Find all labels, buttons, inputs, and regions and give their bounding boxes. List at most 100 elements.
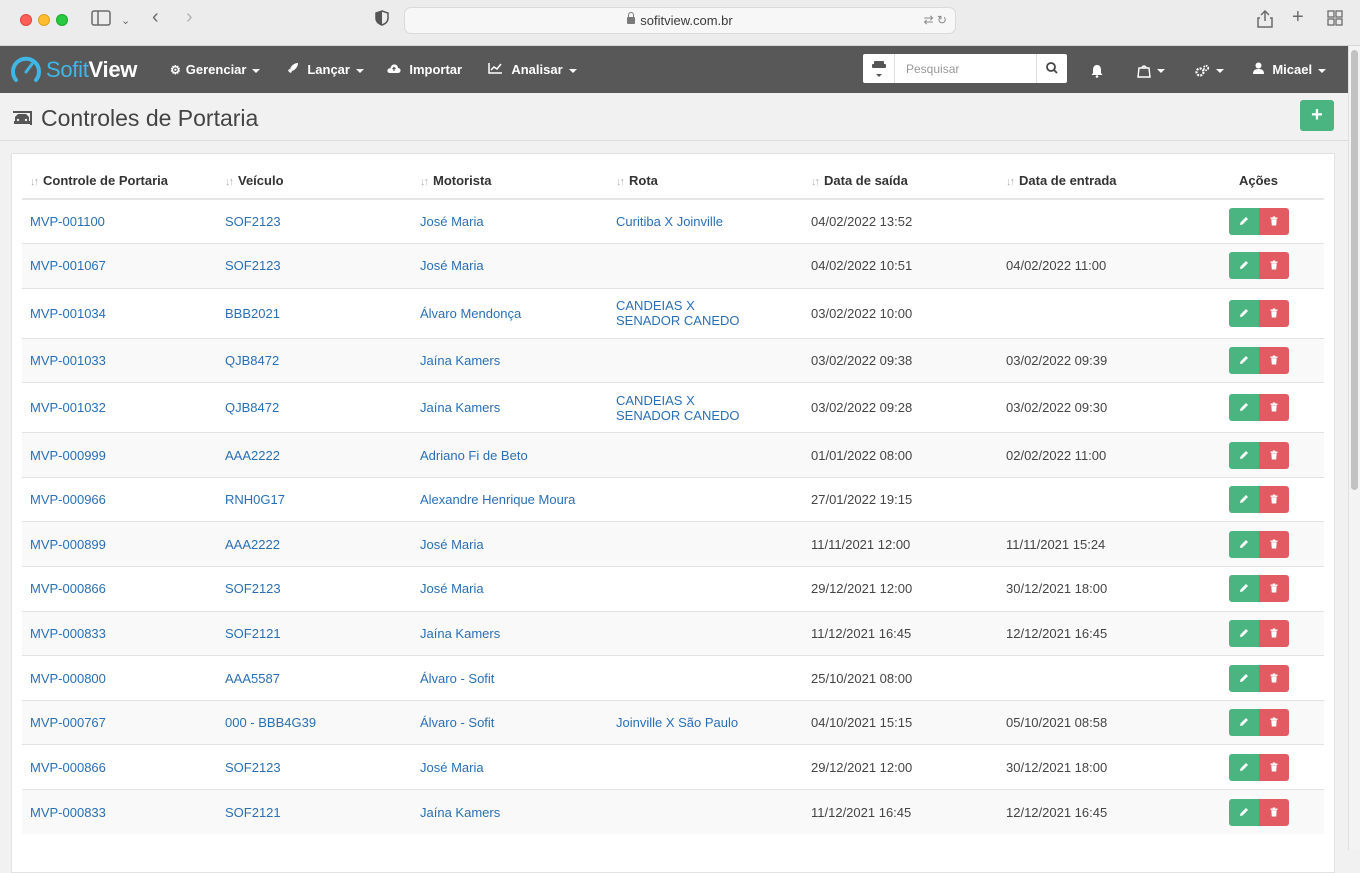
edit-button[interactable] [1228, 530, 1259, 558]
motorista-link[interactable]: Jaína Kamers [420, 400, 500, 415]
delete-button[interactable] [1258, 252, 1289, 280]
veiculo-link[interactable]: 000 - BBB4G39 [225, 715, 316, 730]
sidebar-icon[interactable] [91, 10, 111, 32]
zoom-window-button[interactable] [56, 14, 68, 26]
nav-analisar[interactable]: Analisar [488, 46, 577, 93]
delete-button[interactable] [1258, 798, 1289, 826]
delete-button[interactable] [1258, 346, 1289, 374]
veiculo-link[interactable]: SOF2123 [225, 760, 281, 775]
nav-lancar[interactable]: Lançar [287, 46, 364, 93]
controle-link[interactable]: MVP-001067 [30, 258, 106, 273]
veiculo-link[interactable]: SOF2121 [225, 805, 281, 820]
edit-button[interactable] [1228, 208, 1259, 236]
close-window-button[interactable] [20, 14, 32, 26]
delete-button[interactable] [1258, 664, 1289, 692]
tabs-grid-icon[interactable] [1327, 10, 1343, 32]
veiculo-link[interactable]: SOF2121 [225, 626, 281, 641]
veiculo-link[interactable]: AAA2222 [225, 448, 280, 463]
minimize-window-button[interactable] [38, 14, 50, 26]
edit-button[interactable] [1228, 798, 1259, 826]
motorista-link[interactable]: Jaína Kamers [420, 805, 500, 820]
forward-icon[interactable]: › [186, 7, 193, 27]
veiculo-link[interactable]: QJB8472 [225, 400, 279, 415]
motorista-link[interactable]: Jaína Kamers [420, 353, 500, 368]
chevron-down-icon[interactable]: ⌄ [121, 11, 130, 31]
nav-importar[interactable]: Importar [387, 46, 462, 93]
scrollbar-thumb[interactable] [1351, 50, 1358, 490]
delete-button[interactable] [1258, 394, 1289, 422]
edit-button[interactable] [1228, 753, 1259, 781]
controle-link[interactable]: MVP-001100 [30, 214, 105, 229]
col-header-saida[interactable]: ↓↑ Data de saída [803, 163, 998, 200]
user-menu[interactable]: Micael [1253, 46, 1327, 93]
delete-button[interactable] [1258, 619, 1289, 647]
veiculo-link[interactable]: SOF2123 [225, 214, 281, 229]
edit-button[interactable] [1228, 441, 1259, 469]
delete-button[interactable] [1258, 299, 1289, 327]
edit-button[interactable] [1228, 709, 1259, 737]
veiculo-link[interactable]: AAA5587 [225, 671, 280, 686]
controle-link[interactable]: MVP-000833 [30, 805, 106, 820]
search-icon[interactable] [1036, 54, 1067, 83]
veiculo-link[interactable]: SOF2123 [225, 581, 281, 596]
bell-icon[interactable] [1090, 46, 1104, 93]
veiculo-link[interactable]: QJB8472 [225, 353, 279, 368]
delete-button[interactable] [1258, 575, 1289, 603]
edit-button[interactable] [1228, 664, 1259, 692]
settings-dropdown[interactable] [1194, 46, 1224, 93]
edit-button[interactable] [1228, 394, 1259, 422]
veiculo-link[interactable]: SOF2123 [225, 258, 281, 273]
motorista-link[interactable]: Jaína Kamers [420, 626, 500, 641]
edit-button[interactable] [1228, 486, 1259, 514]
page-scrollbar[interactable] [1348, 46, 1360, 850]
rota-link[interactable]: CANDEIAS X SENADOR CANEDO [616, 298, 740, 328]
controle-link[interactable]: MVP-001032 [30, 400, 106, 415]
controle-link[interactable]: MVP-000966 [30, 492, 106, 507]
bag-dropdown[interactable] [1137, 46, 1165, 93]
delete-button[interactable] [1258, 753, 1289, 781]
veiculo-link[interactable]: AAA2222 [225, 537, 280, 552]
delete-button[interactable] [1258, 208, 1289, 236]
motorista-link[interactable]: Adriano Fi de Beto [420, 448, 528, 463]
edit-button[interactable] [1228, 619, 1259, 647]
motorista-link[interactable]: Álvaro - Sofit [420, 715, 494, 730]
search-input[interactable] [896, 54, 1036, 83]
edit-button[interactable] [1228, 252, 1259, 280]
motorista-link[interactable]: José Maria [420, 581, 484, 596]
edit-button[interactable] [1228, 299, 1259, 327]
motorista-link[interactable]: Álvaro - Sofit [420, 671, 494, 686]
rota-link[interactable]: CANDEIAS X SENADOR CANEDO [616, 393, 740, 423]
rota-link[interactable]: Curitiba X Joinville [616, 214, 723, 229]
controle-link[interactable]: MVP-000800 [30, 671, 106, 686]
controle-link[interactable]: MVP-000866 [30, 581, 106, 596]
controle-link[interactable]: MVP-000866 [30, 760, 106, 775]
controle-link[interactable]: MVP-000999 [30, 448, 106, 463]
add-button[interactable]: + [1300, 100, 1334, 131]
col-header-veiculo[interactable]: ↓↑ Veículo [217, 163, 412, 200]
col-header-motorista[interactable]: ↓↑ Motorista [412, 163, 608, 200]
motorista-link[interactable]: José Maria [420, 258, 484, 273]
motorista-link[interactable]: Álvaro Mendonça [420, 306, 521, 321]
rota-link[interactable]: Joinville X São Paulo [616, 715, 738, 730]
app-logo[interactable]: SofitView [10, 54, 137, 86]
nav-gerenciar[interactable]: ⚙ Gerenciar [170, 46, 261, 93]
delete-button[interactable] [1258, 530, 1289, 558]
edit-button[interactable] [1228, 575, 1259, 603]
translate-icon[interactable]: ⇄ ↻ [924, 8, 947, 33]
controle-link[interactable]: MVP-001033 [30, 353, 106, 368]
controle-link[interactable]: MVP-001034 [30, 306, 106, 321]
motorista-link[interactable]: José Maria [420, 537, 484, 552]
col-header-rota[interactable]: ↓↑ Rota [608, 163, 803, 200]
shield-icon[interactable] [375, 10, 389, 32]
delete-button[interactable] [1258, 441, 1289, 469]
search-type-select[interactable] [863, 54, 895, 83]
edit-button[interactable] [1228, 346, 1259, 374]
new-tab-icon[interactable]: + [1292, 7, 1304, 27]
controle-link[interactable]: MVP-000833 [30, 626, 106, 641]
share-icon[interactable] [1257, 9, 1273, 34]
delete-button[interactable] [1258, 709, 1289, 737]
address-bar[interactable]: sofitview.com.br ⇄ ↻ [404, 7, 956, 34]
veiculo-link[interactable]: BBB2021 [225, 306, 280, 321]
motorista-link[interactable]: José Maria [420, 760, 484, 775]
controle-link[interactable]: MVP-000767 [30, 715, 106, 730]
